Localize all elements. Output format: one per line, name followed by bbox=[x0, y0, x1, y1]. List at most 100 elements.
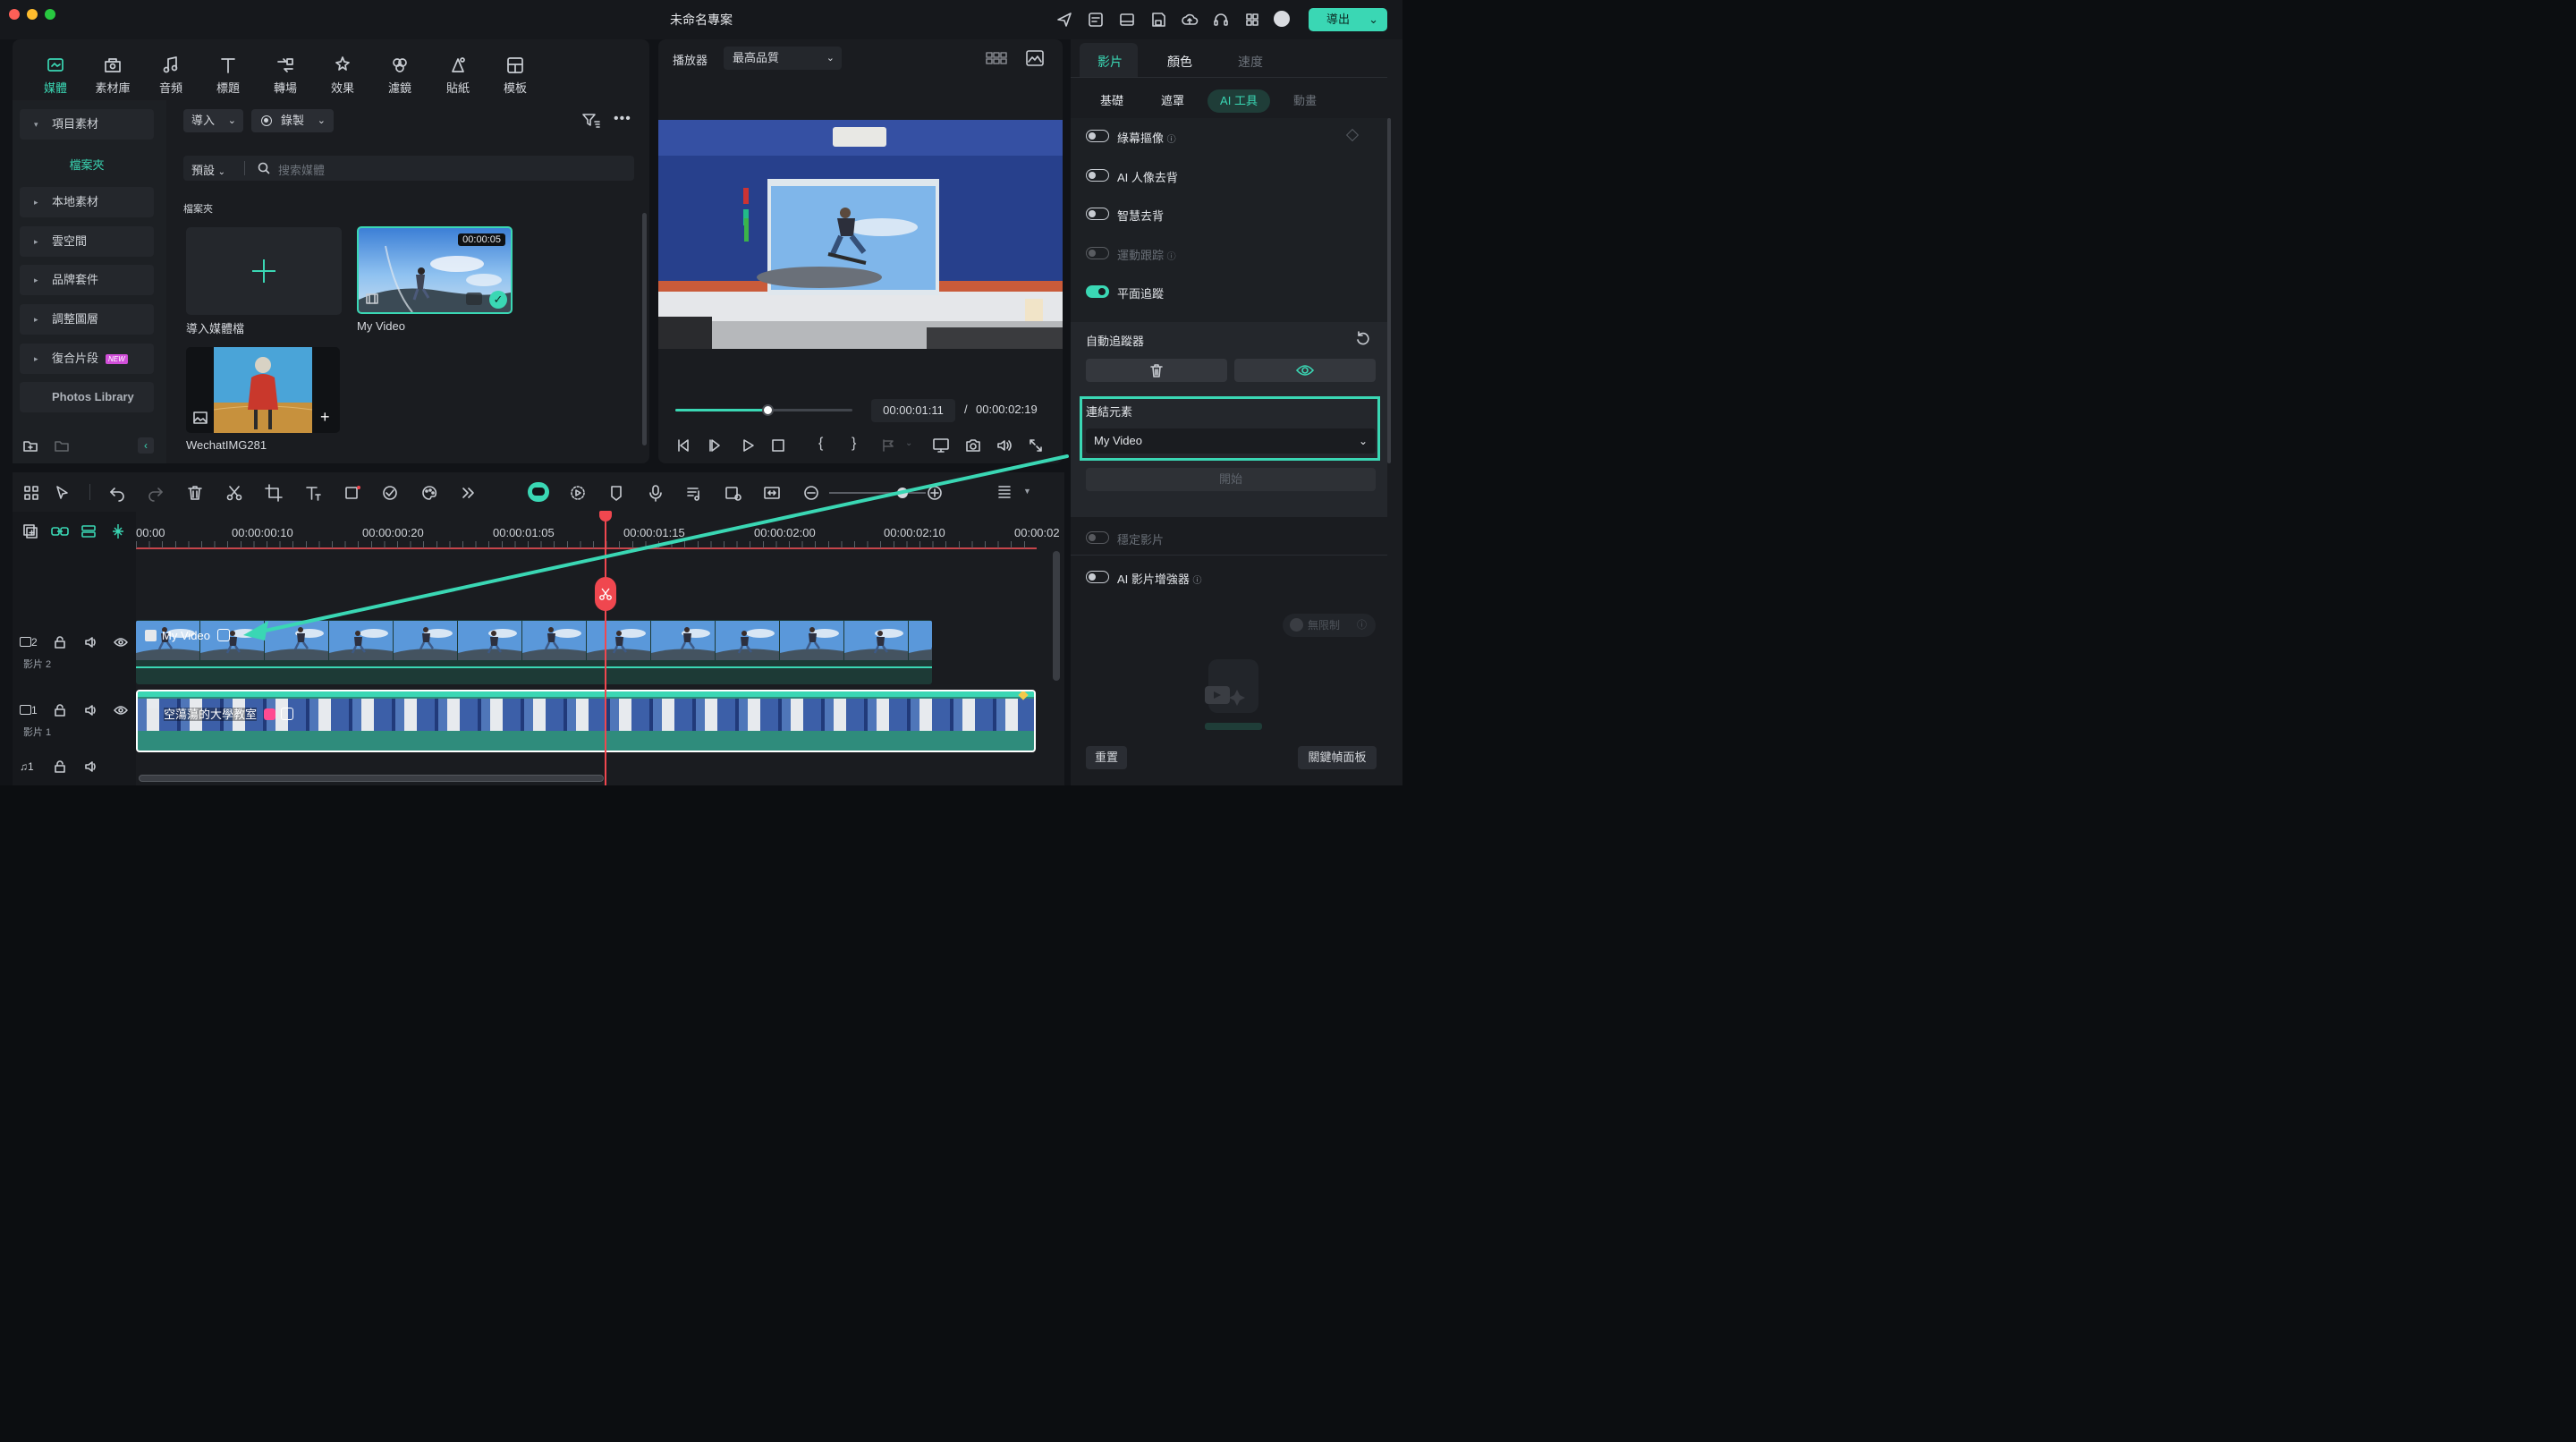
task-list-icon[interactable] bbox=[1087, 11, 1105, 29]
split-icon[interactable] bbox=[225, 484, 243, 502]
apps-grid-icon[interactable] bbox=[1243, 11, 1261, 29]
marker-icon[interactable] bbox=[607, 484, 625, 502]
tab-color[interactable]: 顏色 bbox=[1167, 53, 1192, 71]
save-icon[interactable] bbox=[1149, 11, 1167, 29]
sidebar-item-local[interactable]: ▸ 本地素材 bbox=[20, 187, 154, 217]
sidebar-item-photos-library[interactable]: Photos Library bbox=[20, 382, 154, 412]
subtab-animation[interactable]: 動畫 bbox=[1283, 89, 1327, 113]
delete-tracker-button[interactable] bbox=[1086, 359, 1227, 382]
zoom-slider-knob[interactable] bbox=[897, 488, 908, 498]
fullscreen-icon[interactable] bbox=[1027, 437, 1045, 454]
visibility-eye-icon[interactable] bbox=[114, 705, 128, 716]
avatar[interactable] bbox=[1274, 11, 1290, 27]
subtab-basic[interactable]: 基礎 bbox=[1089, 89, 1134, 113]
reset-button[interactable]: 重置 bbox=[1086, 746, 1127, 769]
planar-tracking-toggle[interactable] bbox=[1086, 285, 1109, 298]
fit-timeline-icon[interactable] bbox=[763, 484, 781, 502]
proxy-icon[interactable] bbox=[724, 484, 742, 502]
more-tools-icon[interactable] bbox=[459, 484, 477, 502]
tab-text[interactable]: 標題 bbox=[203, 55, 253, 96]
audio-mix-icon[interactable] bbox=[685, 484, 703, 502]
timeline-clip-video1[interactable]: 空蕩蕩的大學教室 bbox=[136, 690, 1036, 752]
sidebar-item-adjustment-layer[interactable]: ▸ 調整圖層 bbox=[20, 304, 154, 335]
grid-view-icon[interactable] bbox=[986, 51, 1007, 65]
tab-media[interactable]: 媒體 bbox=[30, 55, 80, 96]
media-scrollbar[interactable] bbox=[642, 213, 647, 445]
record-voiceover-icon[interactable] bbox=[343, 484, 361, 502]
timeline-clip-video2[interactable]: My Video bbox=[136, 620, 932, 684]
properties-scrollbar[interactable] bbox=[1387, 118, 1391, 463]
color-palette-icon[interactable] bbox=[420, 484, 438, 502]
sidebar-item-folder[interactable]: 檔案夾 bbox=[20, 156, 154, 173]
sidebar-item-project-media[interactable]: ▾ 項目素材 bbox=[20, 109, 154, 140]
current-time[interactable]: 00:00:01:11 bbox=[871, 399, 955, 422]
tab-templates[interactable]: 模板 bbox=[490, 55, 540, 96]
video-preview[interactable] bbox=[658, 120, 1063, 349]
volume-icon[interactable] bbox=[996, 437, 1013, 454]
tab-video[interactable]: 影片 bbox=[1097, 53, 1123, 71]
smart-cutout-toggle[interactable] bbox=[1086, 208, 1109, 220]
chevron-down-icon[interactable]: ⌄ bbox=[905, 438, 912, 448]
ai-mate-icon[interactable] bbox=[528, 482, 549, 502]
new-folder-icon[interactable] bbox=[21, 437, 39, 454]
tab-stock[interactable]: 素材庫 bbox=[88, 55, 138, 96]
zoom-out-icon[interactable] bbox=[802, 484, 820, 502]
sidebar-item-cloud[interactable]: ▸ 雲空間 bbox=[20, 226, 154, 257]
zoom-slider-track[interactable] bbox=[829, 492, 926, 494]
undo-icon[interactable] bbox=[108, 484, 126, 502]
crop-icon[interactable] bbox=[265, 484, 283, 502]
more-options-icon[interactable]: ••• bbox=[614, 111, 631, 127]
import-dropdown[interactable]: 導入 ⌄ bbox=[183, 109, 243, 132]
lock-icon[interactable] bbox=[54, 760, 66, 773]
tab-music[interactable]: 音頻 bbox=[146, 55, 196, 96]
stop-icon[interactable] bbox=[769, 437, 787, 454]
add-to-timeline-icon[interactable]: + bbox=[320, 408, 330, 427]
delete-icon[interactable] bbox=[186, 484, 204, 502]
auto-reframe-icon[interactable] bbox=[569, 484, 587, 502]
timeline-vertical-scrollbar[interactable] bbox=[1053, 551, 1060, 681]
ai-cutout-icon[interactable] bbox=[381, 484, 399, 502]
snap-icon[interactable] bbox=[109, 522, 127, 540]
tab-stickers[interactable]: 貼紙 bbox=[433, 55, 483, 96]
tab-transition[interactable]: 轉場 bbox=[260, 55, 310, 96]
visibility-eye-icon[interactable] bbox=[114, 637, 128, 648]
select-tool-icon[interactable] bbox=[54, 484, 72, 502]
playback-progress-knob[interactable] bbox=[761, 404, 774, 416]
reset-tracker-icon[interactable] bbox=[1355, 331, 1371, 347]
record-dropdown[interactable]: 錄製 ⌄ bbox=[251, 109, 334, 132]
snapshot-view-icon[interactable] bbox=[1026, 50, 1044, 66]
send-icon[interactable] bbox=[1055, 11, 1073, 29]
import-media-card[interactable] bbox=[186, 227, 342, 315]
tab-effects[interactable]: 效果 bbox=[318, 55, 368, 96]
layout-grid-icon[interactable] bbox=[22, 484, 40, 502]
layout-icon[interactable] bbox=[1118, 11, 1136, 29]
filter-icon[interactable] bbox=[581, 112, 601, 130]
magnetic-track-icon[interactable] bbox=[80, 522, 97, 540]
preview-tracker-button[interactable] bbox=[1234, 359, 1376, 382]
subtab-mask[interactable]: 遮罩 bbox=[1150, 89, 1195, 113]
media-image-card[interactable]: + bbox=[186, 347, 340, 433]
remove-folder-icon[interactable] bbox=[53, 437, 71, 454]
speaker-icon[interactable] bbox=[84, 636, 98, 649]
speaker-icon[interactable] bbox=[84, 760, 98, 773]
text-tool-icon[interactable] bbox=[304, 484, 322, 502]
caret-down-icon[interactable]: ▼ bbox=[1023, 487, 1031, 496]
subtab-ai-tools[interactable]: AI 工具 bbox=[1208, 89, 1270, 113]
prev-frame-icon[interactable] bbox=[675, 437, 693, 454]
ai-enhancer-toggle[interactable] bbox=[1086, 571, 1109, 583]
quality-dropdown[interactable]: 最高品質 ⌄ bbox=[724, 47, 842, 70]
stabilize-toggle[interactable] bbox=[1086, 531, 1109, 544]
keyframe-panel-button[interactable]: 關鍵幀面板 bbox=[1298, 746, 1377, 769]
split-playhead-button[interactable] bbox=[595, 577, 616, 611]
speaker-icon[interactable] bbox=[84, 704, 98, 717]
headset-icon[interactable] bbox=[1212, 11, 1230, 29]
zoom-in-icon[interactable] bbox=[926, 484, 944, 502]
camera-icon[interactable] bbox=[964, 437, 982, 454]
export-button[interactable]: 導出 ⌄ bbox=[1309, 8, 1387, 31]
track-options-icon[interactable] bbox=[996, 484, 1013, 502]
sidebar-item-brand-kit[interactable]: ▸ 品牌套件 bbox=[20, 265, 154, 295]
link-element-dropdown[interactable]: My Video ⌄ bbox=[1086, 428, 1376, 454]
search-input[interactable]: 搜索媒體 bbox=[278, 161, 325, 178]
tab-filters[interactable]: 濾鏡 bbox=[375, 55, 425, 96]
lock-icon[interactable] bbox=[54, 704, 66, 717]
